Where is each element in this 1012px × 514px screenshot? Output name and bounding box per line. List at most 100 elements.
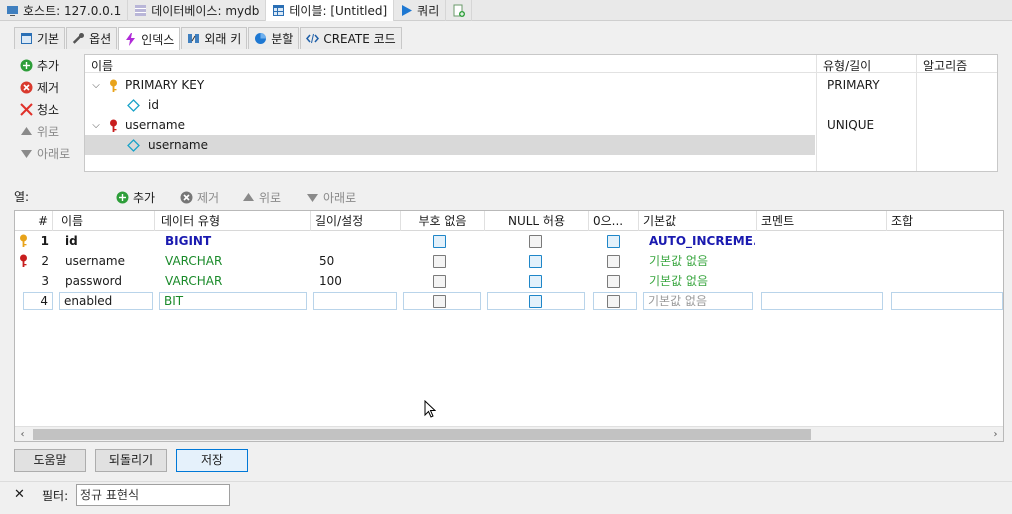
grid-header-type[interactable]: 데이터 유형	[157, 211, 311, 231]
index-up-button[interactable]: 위로	[20, 120, 82, 142]
tab-indexes-label: 인덱스	[141, 32, 175, 47]
default-cell[interactable]: AUTO_INCREME...	[645, 231, 755, 251]
table-row[interactable]: 2 username VARCHAR 50 기본값 없음	[15, 251, 1003, 271]
zerofill-checkbox[interactable]	[607, 255, 620, 268]
collation-cell[interactable]	[891, 292, 1003, 310]
grid-header-default[interactable]: 기본값	[639, 211, 757, 231]
column-name-cell[interactable]: username	[61, 251, 155, 271]
default-cell[interactable]: 기본값 없음	[645, 271, 755, 291]
zerofill-checkbox[interactable]	[607, 295, 620, 308]
index-tree[interactable]: 이름 유형/길이 알고리즘 ⌵ PRIMARY KEY PRIMARY id ⌵…	[84, 54, 998, 172]
unsigned-checkbox[interactable]	[433, 295, 446, 308]
index-add-button[interactable]: 추가	[20, 54, 82, 76]
tab-foreign-keys[interactable]: 외래 키	[181, 27, 248, 49]
column-name-cell[interactable]: enabled	[59, 292, 153, 310]
index-header-type: 유형/길이	[823, 59, 872, 73]
length-cell[interactable]	[313, 292, 397, 310]
chevron-down-icon[interactable]: ⌵	[85, 120, 107, 131]
revert-button[interactable]: 되돌리기	[95, 449, 167, 472]
unsigned-checkbox[interactable]	[433, 275, 446, 288]
table-row[interactable]: 1 id BIGINT AUTO_INCREME...	[15, 231, 1003, 251]
comment-cell[interactable]	[761, 292, 883, 310]
length-cell[interactable]	[315, 231, 399, 251]
tab-database[interactable]: 데이터베이스: mydb	[128, 0, 267, 21]
index-header-name: 이름	[91, 59, 114, 73]
play-icon	[402, 5, 413, 16]
scroll-left-icon[interactable]: ‹	[15, 427, 30, 441]
column-name-cell[interactable]: id	[61, 231, 155, 251]
row-number: 4	[23, 292, 53, 310]
index-down-button[interactable]: 아래로	[20, 142, 82, 164]
nullable-checkbox[interactable]	[529, 255, 542, 268]
grid-header-comment[interactable]: 코멘트	[757, 211, 887, 231]
zerofill-checkbox[interactable]	[607, 235, 620, 248]
unique-key-icon	[110, 119, 117, 132]
unsigned-checkbox[interactable]	[433, 235, 446, 248]
grid-header-collation[interactable]: 조합	[887, 211, 1003, 231]
index-header-algorithm: 알고리즘	[923, 59, 968, 73]
column-add-button[interactable]: 추가	[116, 186, 155, 208]
length-cell[interactable]: 100	[315, 271, 399, 291]
remove-icon	[180, 191, 193, 203]
column-remove-button[interactable]: 제거	[180, 186, 219, 208]
data-type-cell[interactable]: VARCHAR	[161, 271, 309, 291]
column-up-button[interactable]: 위로	[242, 186, 281, 208]
clear-icon	[20, 102, 33, 116]
columns-grid[interactable]: # 이름 데이터 유형 길이/설정 부호 없음 NULL 허용 0으... 기본…	[14, 210, 1004, 442]
column-name-cell[interactable]: password	[61, 271, 155, 291]
index-row-column-selected[interactable]: username	[85, 135, 815, 155]
add-icon	[116, 191, 129, 203]
default-cell[interactable]: 기본값 없음	[643, 292, 753, 310]
grid-header-nullable[interactable]: NULL 허용	[485, 211, 589, 231]
default-cell[interactable]: 기본값 없음	[645, 251, 755, 271]
foreign-key-icon	[188, 34, 200, 43]
index-actions: 추가 제거 청소 위로 아래로	[20, 54, 82, 164]
tab-basic[interactable]: 기본	[14, 27, 66, 49]
horizontal-scrollbar[interactable]: ‹ ›	[15, 426, 1003, 441]
index-remove-button[interactable]: 제거	[20, 76, 82, 98]
table-row[interactable]: 3 password VARCHAR 100 기본값 없음	[15, 271, 1003, 291]
data-type-cell[interactable]: VARCHAR	[161, 251, 309, 271]
length-cell[interactable]: 50	[315, 251, 399, 271]
close-filter-icon[interactable]: ✕	[14, 487, 25, 502]
nullable-checkbox[interactable]	[529, 295, 542, 308]
tab-host-label: 호스트: 127.0.0.1	[23, 4, 122, 18]
tab-indexes[interactable]: 인덱스	[118, 27, 181, 50]
tab-query[interactable]: 쿼리	[394, 0, 447, 21]
grid-header-unsigned[interactable]: 부호 없음	[401, 211, 485, 231]
remove-icon	[20, 81, 33, 93]
column-down-button[interactable]: 아래로	[306, 186, 356, 208]
data-type-cell[interactable]: BIGINT	[161, 231, 309, 251]
nullable-checkbox[interactable]	[529, 275, 542, 288]
unsigned-checkbox[interactable]	[433, 255, 446, 268]
table-row[interactable]: 4 enabled BIT 기본값 없음	[15, 291, 1003, 311]
index-row-column[interactable]: id	[85, 95, 815, 115]
nullable-checkbox[interactable]	[529, 235, 542, 248]
index-type: PRIMARY	[827, 78, 880, 92]
index-remove-label: 제거	[37, 80, 60, 95]
index-type: UNIQUE	[827, 118, 875, 132]
chevron-down-icon[interactable]: ⌵	[85, 80, 107, 91]
index-row-primary[interactable]: ⌵ PRIMARY KEY	[85, 75, 815, 95]
save-button[interactable]: 저장	[176, 449, 248, 472]
tab-new-query[interactable]	[446, 0, 473, 21]
filter-label: 필터:	[42, 489, 69, 503]
tab-host[interactable]: 호스트: 127.0.0.1	[0, 0, 129, 21]
grid-header-zerofill[interactable]: 0으...	[589, 211, 639, 231]
partition-icon	[255, 33, 267, 44]
filter-input[interactable]: 정규 표현식	[76, 484, 230, 506]
zerofill-checkbox[interactable]	[607, 275, 620, 288]
tab-options[interactable]: 옵션	[66, 27, 118, 49]
tab-partitions[interactable]: 분할	[248, 27, 300, 49]
data-type-cell[interactable]: BIT	[159, 292, 307, 310]
index-column-name: username	[148, 138, 208, 152]
grid-header-length[interactable]: 길이/설정	[311, 211, 401, 231]
index-clear-button[interactable]: 청소	[20, 98, 82, 120]
help-button[interactable]: 도움말	[14, 449, 86, 472]
scrollbar-thumb[interactable]	[33, 429, 811, 440]
grid-header-name[interactable]: 이름	[57, 211, 155, 231]
tab-create-code[interactable]: CREATE 코드	[300, 27, 402, 49]
tab-table[interactable]: 테이블: [Untitled]	[266, 0, 395, 21]
scroll-right-icon[interactable]: ›	[988, 427, 1003, 441]
index-row-unique[interactable]: ⌵ username	[85, 115, 815, 135]
